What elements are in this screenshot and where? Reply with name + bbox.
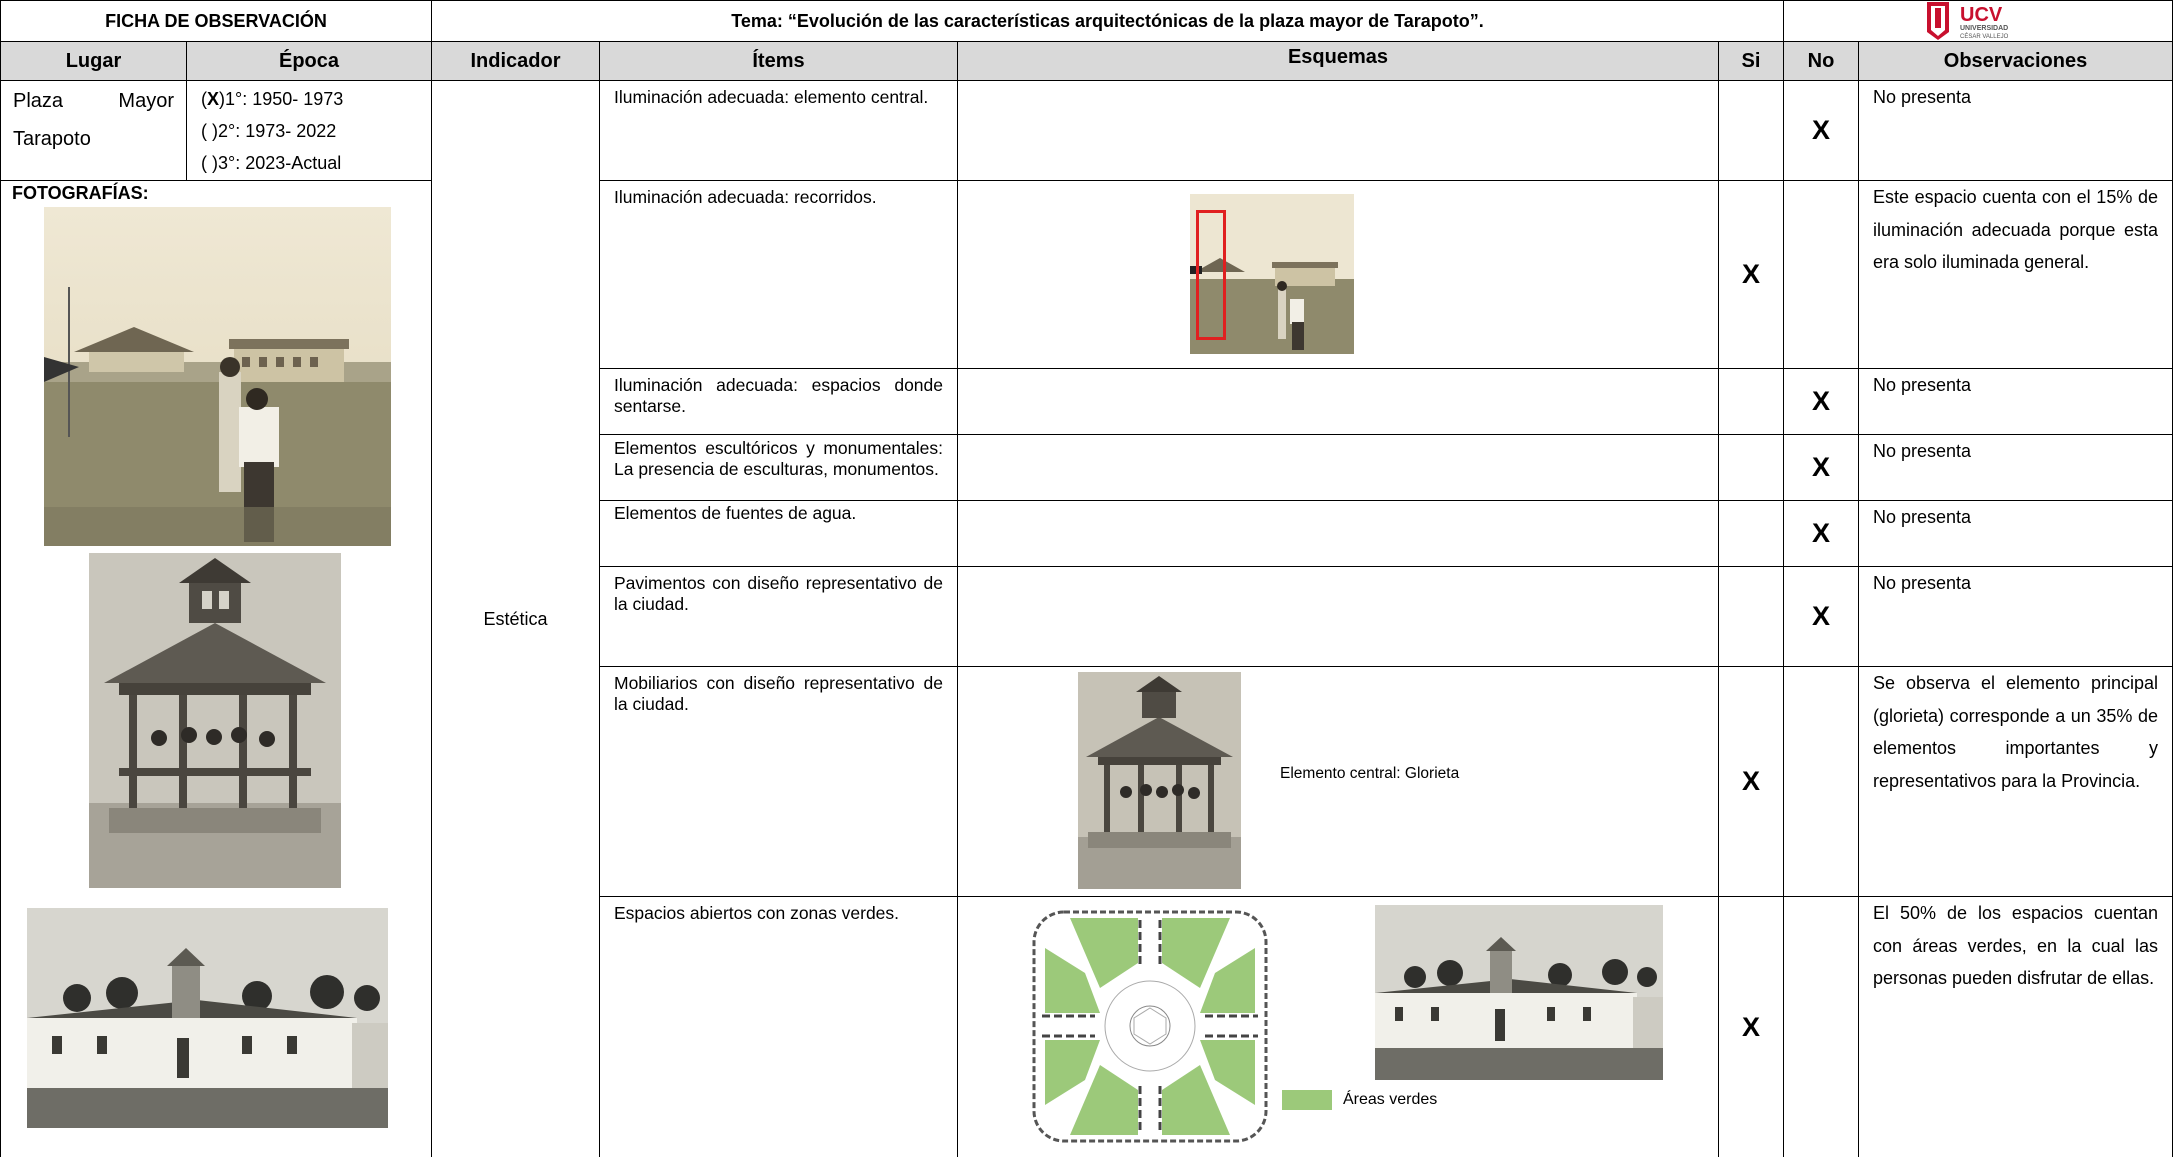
col-header-no: No xyxy=(1783,41,1859,81)
col-header-epoca: Época xyxy=(186,41,432,81)
row-observation: No presenta xyxy=(1858,566,2173,667)
lugar-text: Plaza xyxy=(13,90,64,112)
svg-text:CÉSAR VALLEJO: CÉSAR VALLEJO xyxy=(1960,33,2009,40)
areas-verdes-legend-label: Áreas verdes xyxy=(1343,1091,1438,1108)
row-si: X xyxy=(1718,896,1784,1157)
row-item: Iluminación adecuada: espacios donde sen… xyxy=(599,368,958,435)
row-no: X xyxy=(1783,500,1859,567)
lugar-cell: Plaza Mayor Tarapoto xyxy=(0,80,187,181)
row-no: X xyxy=(1783,80,1859,181)
epoca-cell: (X)1°: 1950- 1973 ( )2°: 1973- 2022 ( )3… xyxy=(186,80,432,181)
areas-verdes-legend-swatch xyxy=(1282,1090,1332,1110)
historic-photo-glorieta xyxy=(89,553,341,888)
row-item: Iluminación adecuada: elemento central. xyxy=(599,80,958,181)
scheme-photo-building xyxy=(1375,905,1663,1080)
col-header-items: Ítems xyxy=(599,41,958,81)
row-si: X xyxy=(1718,666,1784,897)
historic-photo-plaza xyxy=(44,207,391,546)
row-si xyxy=(1718,566,1784,667)
row-si xyxy=(1718,368,1784,435)
row-observation: Se observa el elemento principal (glorie… xyxy=(1858,666,2173,897)
col-header-si: Si xyxy=(1718,41,1784,81)
row-no: X xyxy=(1783,434,1859,501)
row-observation: El 50% de los espacios cuentan con áreas… xyxy=(1858,896,2173,1157)
row-scheme xyxy=(957,566,1719,667)
col-header-observaciones: Observaciones xyxy=(1858,41,2173,81)
photos-label: FOTOGRAFÍAS: xyxy=(12,183,149,203)
historic-photo-building xyxy=(27,908,388,1128)
row-scheme xyxy=(957,80,1719,181)
row-observation: No presenta xyxy=(1858,368,2173,435)
row-item: Iluminación adecuada: recorridos. xyxy=(599,180,958,369)
indicador-value: Estética xyxy=(483,608,548,629)
row-no xyxy=(1783,180,1859,369)
row-si xyxy=(1718,434,1784,501)
row-scheme xyxy=(957,434,1719,501)
col-header-lugar: Lugar xyxy=(0,41,187,81)
ucv-logo: UCV UNIVERSIDAD CÉSAR VALLEJO xyxy=(1926,0,2026,40)
topic-title: Tema: “Evolución de las características … xyxy=(431,0,1784,42)
row-item: Pavimentos con diseño representativo de … xyxy=(599,566,958,667)
row-no: X xyxy=(1783,566,1859,667)
lighting-highlight-box xyxy=(1196,210,1226,340)
observation-sheet: FICHA DE OBSERVACIÓN Tema: “Evolución de… xyxy=(0,0,2173,1157)
epoca-option: ( )2°: 1973- 2022 xyxy=(201,121,337,141)
col-header-indicador: Indicador xyxy=(431,41,600,81)
row-si: X xyxy=(1718,180,1784,369)
indicador-cell: Estética xyxy=(431,80,600,1157)
row-item: Mobiliarios con diseño representativo de… xyxy=(599,666,958,897)
plaza-plan-diagram xyxy=(1030,908,1270,1145)
svg-text:UNIVERSIDAD: UNIVERSIDAD xyxy=(1960,25,2008,32)
row-observation: No presenta xyxy=(1858,500,2173,567)
row-si xyxy=(1718,500,1784,567)
row-no xyxy=(1783,896,1859,1157)
row-item: Espacios abiertos con zonas verdes. xyxy=(599,896,958,1157)
svg-text:UCV: UCV xyxy=(1960,4,2003,26)
row-observation: Este espacio cuenta con el 15% de ilumin… xyxy=(1858,180,2173,369)
form-title: FICHA DE OBSERVACIÓN xyxy=(0,0,432,42)
row-no xyxy=(1783,666,1859,897)
col-header-esquemas: Esquemas xyxy=(957,41,1719,81)
row-scheme xyxy=(957,368,1719,435)
row-item: Elementos de fuentes de agua. xyxy=(599,500,958,567)
row-observation: No presenta xyxy=(1858,80,2173,181)
row-no: X xyxy=(1783,368,1859,435)
row-observation: No presenta xyxy=(1858,434,2173,501)
epoca-option: (X)1°: 1950- 1973 xyxy=(201,89,344,109)
scheme-photo-glorieta xyxy=(1078,672,1241,889)
epoca-option: ( )3°: 2023-Actual xyxy=(201,153,342,173)
row-si xyxy=(1718,80,1784,181)
row-item: Elementos escultóricos y monumentales: L… xyxy=(599,434,958,501)
row-scheme xyxy=(957,500,1719,567)
glorieta-caption: Elemento central: Glorieta xyxy=(1280,765,1460,782)
